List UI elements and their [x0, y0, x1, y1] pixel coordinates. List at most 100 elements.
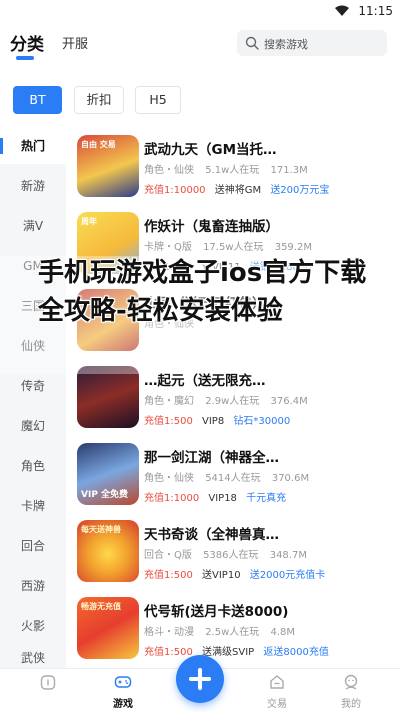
game-size: 171.3M	[270, 165, 308, 176]
game-title: 那一剑江湖（神器全…	[144, 450, 279, 466]
game-thumbnail[interactable]: VIP 全免费	[77, 443, 139, 505]
game-thumbnail[interactable]: 畅游无充值	[77, 597, 139, 659]
game-list-item[interactable]: …起元（送无限充… 角色・魔幻 2.9w人在玩 376.4M 充值1:500 V…	[66, 363, 401, 441]
sidebar-item-card[interactable]: 卡牌	[0, 488, 66, 524]
game-genre: 卡牌・Q版	[144, 242, 192, 253]
add-button[interactable]	[176, 655, 224, 703]
recharge-tag: 充值1:500	[144, 570, 193, 581]
game-size: 348.7M	[269, 550, 307, 561]
gamepad-icon	[114, 676, 132, 688]
nav-home[interactable]	[18, 673, 78, 695]
search-input[interactable]: 搜索游戏	[237, 30, 387, 56]
filter-h5[interactable]: H5	[135, 86, 181, 114]
sidebar-item-naruto[interactable]: 火影	[0, 608, 66, 644]
game-title: 代号斩(送月卡送8000)	[144, 604, 289, 620]
user-icon	[344, 674, 358, 690]
game-tags: 充值1:500 送满级SVIP 返送8000充值	[144, 643, 329, 658]
trade-icon	[270, 675, 284, 689]
perk-tag: 送神将GM	[214, 185, 262, 196]
game-players: 5.1w人在玩	[205, 165, 260, 176]
tab-category[interactable]: 分类	[10, 30, 44, 55]
overlay-caption: 手机玩游戏盒子ios官方下载全攻略-轻松安装体验	[38, 258, 367, 326]
search-icon	[245, 36, 259, 50]
game-meta: 角色・魔幻 2.9w人在玩 376.4M	[144, 392, 316, 407]
game-meta: 角色・仙侠 5414人在玩 370.6M	[144, 469, 317, 484]
game-thumbnail[interactable]: 自由 交易	[77, 135, 139, 197]
recharge-tag: 充值1:10000	[144, 185, 206, 196]
game-genre: 角色・仙侠	[144, 165, 194, 176]
status-bar: 11:15	[0, 0, 401, 24]
recharge-tag: 充值1:500	[144, 647, 193, 658]
category-sidebar: 热门 新游 满V GM 三国 仙侠 传奇 魔幻 角色 卡牌 回合 西游 火影 武…	[0, 128, 66, 668]
sidebar-item-fantasy[interactable]: 魔幻	[0, 408, 66, 444]
game-title: 武动九天（GM当托…	[144, 142, 277, 158]
active-tab-indicator	[16, 56, 34, 60]
perk-tag: VIP8	[202, 416, 225, 427]
filter-bt[interactable]: BT	[13, 86, 62, 114]
filter-bar: BT 折扣 H5	[0, 86, 401, 116]
plus-icon-vertical	[198, 668, 202, 690]
game-meta: 卡牌・Q版 17.5w人在玩 359.2M	[144, 238, 320, 253]
game-tags: 充值1:500 送VIP10 送2000元充值卡	[144, 566, 325, 581]
filter-discount[interactable]: 折扣	[74, 86, 124, 114]
game-players: 2.5w人在玩	[205, 627, 260, 638]
game-tags: 充值1:500 VIP8 钻石*30000	[144, 412, 290, 427]
game-list-item[interactable]: VIP 全免费 那一剑江湖（神器全… 角色・仙侠 5414人在玩 370.6M …	[66, 440, 401, 518]
game-size: 359.2M	[274, 242, 312, 253]
sidebar-item-hot[interactable]: 热门	[0, 128, 66, 164]
game-thumbnail[interactable]: 每天送神兽	[77, 520, 139, 582]
bonus-tag: 送200万元宝	[270, 185, 330, 196]
game-tags: 充值1:10000 送神将GM 送200万元宝	[144, 181, 329, 196]
game-players: 2.9w人在玩	[205, 396, 260, 407]
game-genre: 角色・仙侠	[144, 473, 194, 484]
game-players: 5414人在玩	[205, 473, 261, 484]
nav-games-label: 游戏	[113, 699, 133, 710]
recharge-tag: 充值1:500	[144, 416, 193, 427]
nav-trade-label: 交易	[267, 699, 287, 710]
game-list-item[interactable]: 畅游无充值 代号斩(送月卡送8000) 格斗・动漫 2.5w人在玩 4.8M 充…	[66, 594, 401, 672]
game-genre: 回合・Q版	[144, 550, 192, 561]
recharge-tag: 充值1:1000	[144, 493, 200, 504]
game-meta: 回合・Q版 5386人在玩 348.7M	[144, 546, 315, 561]
sidebar-item-rpg[interactable]: 角色	[0, 448, 66, 484]
sidebar-item-wuxia[interactable]: 武侠	[0, 648, 66, 668]
thumbnail-badge: 畅游无充值	[81, 602, 121, 611]
game-tags: 充值1:1000 VIP18 千元真充	[144, 489, 286, 504]
game-size: 370.6M	[271, 473, 310, 484]
tab-server-open[interactable]: 开服	[62, 33, 88, 52]
thumbnail-badge: 周年	[81, 217, 97, 226]
status-time: 11:15	[358, 4, 393, 18]
thumbnail-badge: 每天送神兽	[81, 525, 121, 534]
sidebar-item-journey-west[interactable]: 西游	[0, 568, 66, 604]
game-size: 376.4M	[270, 396, 308, 407]
sidebar-item-new[interactable]: 新游	[0, 168, 66, 204]
header: 分类 开服 搜索游戏	[0, 24, 401, 68]
perk-tag: VIP18	[208, 493, 237, 504]
game-players: 17.5w人在玩	[203, 242, 264, 253]
nav-profile-label: 我的	[341, 699, 361, 710]
sidebar-item-turn-based[interactable]: 回合	[0, 528, 66, 564]
nav-profile[interactable]: 我的	[321, 673, 381, 710]
game-list: 自由 交易 武动九天（GM当托… 角色・仙侠 5.1w人在玩 171.3M 充值…	[66, 128, 401, 668]
bonus-tag: 送2000元充值卡	[249, 570, 326, 581]
thumbnail-badge: 自由 交易	[81, 140, 116, 149]
game-list-item[interactable]: 每天送神兽 天书奇谈（全神兽真… 回合・Q版 5386人在玩 348.7M 充值…	[66, 517, 401, 595]
game-meta: 角色・仙侠 5.1w人在玩 171.3M	[144, 161, 316, 176]
perk-tag: 送VIP10	[202, 570, 241, 581]
game-genre: 格斗・动漫	[144, 627, 194, 638]
sidebar-item-full-vip[interactable]: 满V	[0, 208, 66, 244]
wifi-icon	[335, 5, 349, 16]
game-list-item[interactable]: 自由 交易 武动九天（GM当托… 角色・仙侠 5.1w人在玩 171.3M 充值…	[66, 132, 401, 210]
game-genre: 角色・魔幻	[144, 396, 194, 407]
home-icon	[40, 675, 56, 690]
game-title: 天书奇谈（全神兽真…	[144, 527, 279, 543]
nav-games[interactable]: 游戏	[93, 673, 153, 710]
game-players: 5386人在玩	[203, 550, 259, 561]
game-size: 4.8M	[270, 627, 295, 638]
game-thumbnail[interactable]	[77, 366, 139, 428]
nav-trade[interactable]: 交易	[247, 673, 307, 710]
bonus-tag: 钻石*30000	[233, 416, 291, 427]
bonus-tag: 千元真充	[246, 493, 287, 504]
bonus-tag: 返送8000充值	[263, 647, 329, 658]
game-title: 作妖计（鬼畜连抽版）	[144, 219, 279, 235]
